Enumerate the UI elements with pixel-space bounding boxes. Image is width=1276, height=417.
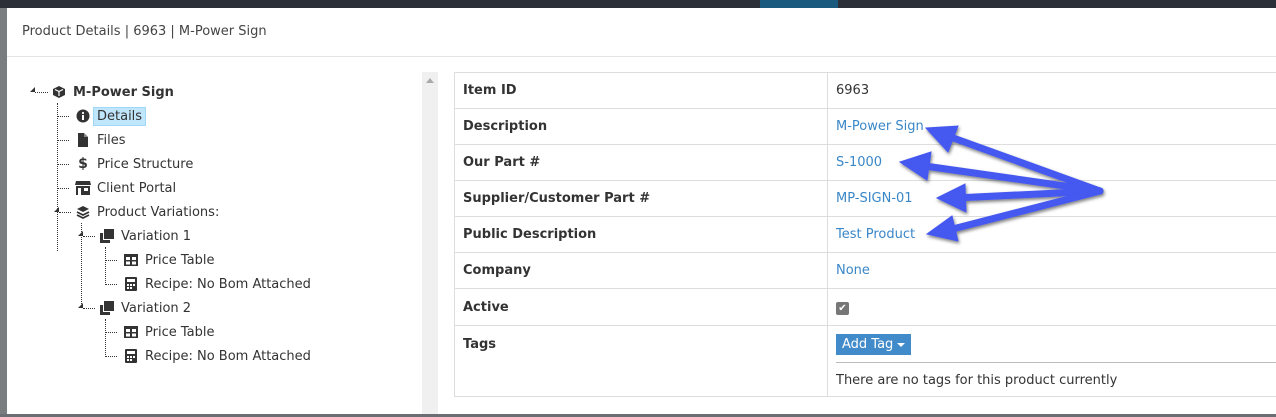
- layers-icon: [75, 204, 91, 220]
- scrollbar[interactable]: [422, 72, 438, 414]
- tree-root[interactable]: M-Power Sign: [51, 81, 174, 103]
- add-tag-button[interactable]: Add Tag: [836, 334, 911, 355]
- tree-connector: [105, 247, 106, 283]
- clone-icon: [99, 300, 115, 316]
- no-tags-message: There are no tags for this product curre…: [836, 363, 1275, 396]
- tree-item-variation[interactable]: Variation 1: [99, 225, 191, 247]
- tree-connector: [35, 92, 48, 93]
- info-circle-icon: [75, 108, 91, 124]
- tree-connector: [57, 103, 58, 251]
- modal-backdrop: [0, 8, 7, 414]
- tree-item-price-table[interactable]: Price Table: [123, 249, 214, 271]
- active-nav-tab[interactable]: [760, 0, 838, 8]
- tree-connector: [105, 319, 106, 355]
- file-icon: [75, 132, 91, 148]
- clone-icon: [99, 228, 115, 244]
- tree-item-files[interactable]: Files: [75, 129, 126, 151]
- tree-connector: [57, 164, 69, 165]
- public-description-link[interactable]: Test Product: [836, 227, 915, 242]
- tree-item-variation[interactable]: Variation 2: [99, 297, 191, 319]
- add-tag-label: Add Tag: [842, 337, 893, 352]
- field-label: Tags: [455, 326, 828, 397]
- table-row: Description M-Power Sign: [455, 109, 1276, 145]
- calculator-icon: [123, 348, 139, 364]
- dollar-icon: $: [75, 156, 91, 172]
- supplier-part-link[interactable]: MP-SIGN-01: [836, 191, 913, 206]
- tree-connector: [57, 116, 69, 117]
- field-label: Item ID: [455, 73, 828, 109]
- cube-icon: [51, 84, 67, 100]
- field-label: Our Part #: [455, 145, 828, 181]
- table-row: Public Description Test Product: [455, 217, 1276, 253]
- tree-connector: [57, 140, 69, 141]
- table-row: Tags Add Tag There are no tags for this …: [455, 326, 1276, 397]
- field-label: Active: [455, 289, 828, 326]
- table-row: Supplier/Customer Part # MP-SIGN-01: [455, 181, 1276, 217]
- calculator-icon: [123, 276, 139, 292]
- table-row: Company None: [455, 253, 1276, 289]
- field-label: Supplier/Customer Part #: [455, 181, 828, 217]
- tree-connector: [57, 188, 69, 189]
- modal-title: Product Details | 6963 | M-Power Sign: [22, 24, 267, 39]
- scroll-up-arrow-icon[interactable]: [426, 78, 434, 83]
- table-row: Item ID6963: [455, 73, 1276, 109]
- tree-connector: [105, 332, 117, 333]
- product-tree: M-Power Sign Details Files $ Price Struc…: [7, 57, 422, 417]
- tree-item-client-portal[interactable]: Client Portal: [75, 177, 176, 199]
- field-label: Company: [455, 253, 828, 289]
- caret-down-icon: [897, 343, 905, 347]
- field-label: Public Description: [455, 217, 828, 253]
- our-part-link[interactable]: S-1000: [836, 155, 882, 170]
- tree-connector: [83, 236, 95, 237]
- store-icon: [75, 180, 91, 196]
- modal-header: Product Details | 6963 | M-Power Sign: [7, 8, 1276, 57]
- table-icon: [123, 324, 139, 340]
- tree-connector: [83, 308, 95, 309]
- tree-connector: [105, 356, 117, 357]
- tree-item-price-structure[interactable]: $ Price Structure: [75, 153, 193, 175]
- table-row: Our Part # S-1000: [455, 145, 1276, 181]
- tree-connector: [105, 284, 117, 285]
- active-checkbox[interactable]: ✔: [836, 302, 849, 315]
- table-icon: [123, 252, 139, 268]
- table-row: Active ✔: [455, 289, 1276, 326]
- company-link[interactable]: None: [836, 263, 870, 278]
- tree-item-recipe[interactable]: Recipe: No Bom Attached: [123, 273, 311, 295]
- tree-item-price-table[interactable]: Price Table: [123, 321, 214, 343]
- tree-connector: [59, 212, 71, 213]
- product-details-table: Item ID6963 Description M-Power Sign Our …: [454, 72, 1276, 397]
- description-link[interactable]: M-Power Sign: [836, 119, 924, 134]
- product-details-modal: Product Details | 6963 | M-Power Sign M-…: [7, 8, 1276, 414]
- tree-connector: [105, 260, 117, 261]
- top-nav-bar: [0, 0, 1276, 8]
- item-id-value: 6963: [828, 73, 1276, 109]
- tree-item-recipe[interactable]: Recipe: No Bom Attached: [123, 345, 311, 367]
- field-label: Description: [455, 109, 828, 145]
- tree-item-product-variations[interactable]: Product Variations:: [75, 201, 219, 223]
- tree-item-details[interactable]: Details: [75, 105, 146, 127]
